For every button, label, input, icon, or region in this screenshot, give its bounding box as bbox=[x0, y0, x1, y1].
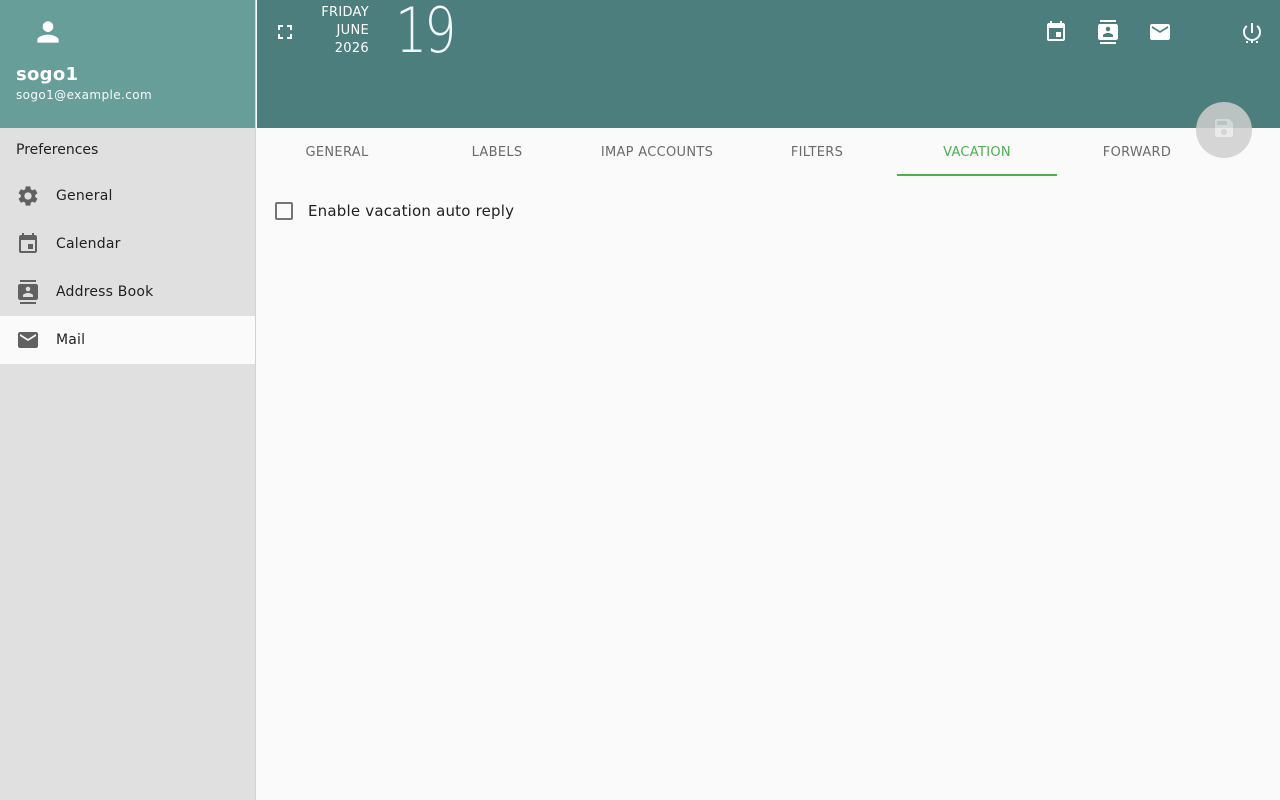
sidebar-item-general[interactable]: General bbox=[0, 172, 255, 220]
sidebar-item-calendar[interactable]: Calendar bbox=[0, 220, 255, 268]
tab-imap-accounts[interactable]: IMAP ACCOUNTS bbox=[577, 128, 737, 176]
contacts-icon bbox=[16, 280, 40, 304]
vacation-enable-row[interactable]: Enable vacation auto reply bbox=[275, 202, 514, 220]
top-bar: FRIDAY JUNE 2026 19 bbox=[257, 0, 1280, 158]
user-email: sogo1@example.com bbox=[16, 88, 153, 102]
power-icon[interactable] bbox=[1240, 20, 1264, 44]
preferences-tabs: GENERAL LABELS IMAP ACCOUNTS FILTERS VAC… bbox=[257, 128, 1280, 176]
avatar-icon bbox=[32, 16, 64, 48]
sidebar: sogo1 sogo1@example.com Preferences Gene… bbox=[0, 0, 256, 800]
calendar-icon[interactable] bbox=[1044, 20, 1068, 44]
tab-general[interactable]: GENERAL bbox=[257, 128, 417, 176]
tab-forward[interactable]: FORWARD bbox=[1057, 128, 1217, 176]
sidebar-item-label: Mail bbox=[56, 332, 86, 348]
user-panel: sogo1 sogo1@example.com bbox=[0, 0, 255, 128]
date-display: FRIDAY JUNE 2026 bbox=[305, 4, 369, 58]
sidebar-item-label: Calendar bbox=[56, 236, 121, 252]
sidebar-item-mail[interactable]: Mail bbox=[0, 316, 255, 364]
mail-icon[interactable] bbox=[1148, 20, 1172, 44]
vacation-panel: Enable vacation auto reply bbox=[257, 176, 1280, 800]
month: JUNE bbox=[336, 23, 369, 38]
preferences-title: Preferences bbox=[16, 142, 99, 158]
day-number: 19 bbox=[395, 0, 456, 67]
tab-vacation[interactable]: VACATION bbox=[897, 128, 1057, 176]
weekday: FRIDAY bbox=[321, 5, 369, 20]
user-name: sogo1 bbox=[16, 64, 79, 85]
mail-icon bbox=[16, 328, 40, 352]
tab-filters[interactable]: FILTERS bbox=[737, 128, 897, 176]
sidebar-item-label: Address Book bbox=[56, 284, 154, 300]
sidebar-item-label: General bbox=[56, 188, 113, 204]
save-button[interactable] bbox=[1196, 102, 1252, 158]
save-icon bbox=[1212, 116, 1236, 144]
sidebar-item-address-book[interactable]: Address Book bbox=[0, 268, 255, 316]
year: 2026 bbox=[334, 41, 369, 56]
fullscreen-icon[interactable] bbox=[273, 20, 297, 44]
calendar-icon bbox=[16, 232, 40, 256]
tab-labels[interactable]: LABELS bbox=[417, 128, 577, 176]
vacation-enable-label: Enable vacation auto reply bbox=[308, 202, 515, 220]
contacts-icon[interactable] bbox=[1096, 20, 1120, 44]
gear-icon bbox=[16, 184, 40, 208]
vacation-enable-checkbox[interactable] bbox=[275, 202, 293, 220]
